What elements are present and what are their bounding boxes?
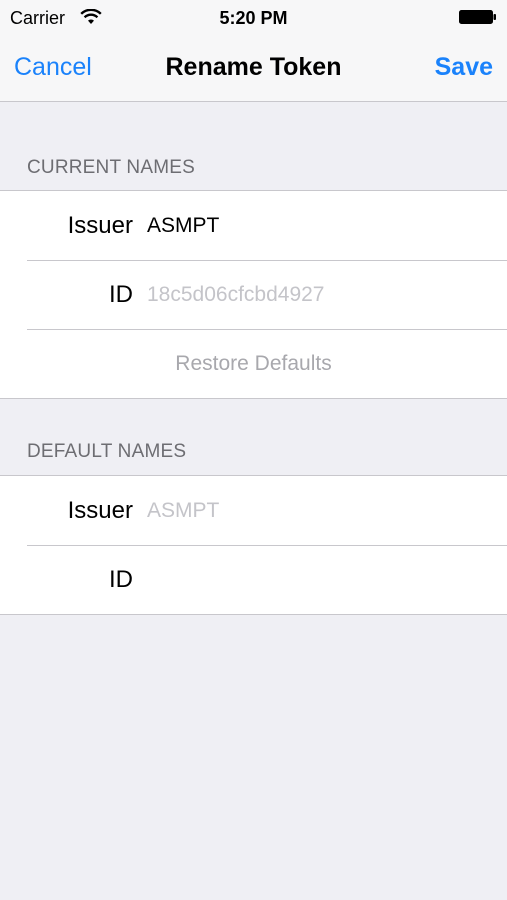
default-names-group: Issuer ASMPT ID — [0, 475, 507, 615]
default-issuer-label: Issuer — [67, 497, 133, 524]
default-id-value — [147, 545, 493, 614]
current-issuer-label: Issuer — [67, 212, 133, 239]
current-issuer-field[interactable]: ASMPT — [147, 191, 493, 260]
default-names-header: DEFAULT NAMES — [27, 441, 187, 462]
default-issuer-value: ASMPT — [147, 499, 220, 522]
navigation-bar: Cancel Rename Token Save — [0, 36, 507, 102]
default-id-label: ID — [109, 566, 133, 593]
battery-full-icon — [459, 10, 496, 24]
current-id-row: ID 18c5d06cfcbd4927 — [0, 260, 507, 329]
restore-defaults-row: Restore Defaults — [0, 329, 507, 398]
current-names-group: Issuer ASMPT ID 18c5d06cfcbd4927 Restore… — [0, 190, 507, 399]
default-id-row: ID — [0, 545, 507, 614]
status-bar: Carrier 5:20 PM — [0, 0, 507, 36]
page-title: Rename Token — [165, 53, 342, 81]
restore-defaults-button[interactable]: Restore Defaults — [0, 329, 507, 398]
current-issuer-row: Issuer ASMPT — [0, 191, 507, 260]
default-issuer-row: Issuer ASMPT — [0, 476, 507, 545]
save-button[interactable]: Save — [435, 51, 493, 83]
status-time: 5:20 PM — [219, 8, 288, 28]
current-id-field[interactable]: 18c5d06cfcbd4927 — [147, 260, 493, 329]
current-id-label: ID — [109, 281, 133, 308]
current-names-header: CURRENT NAMES — [27, 157, 195, 178]
